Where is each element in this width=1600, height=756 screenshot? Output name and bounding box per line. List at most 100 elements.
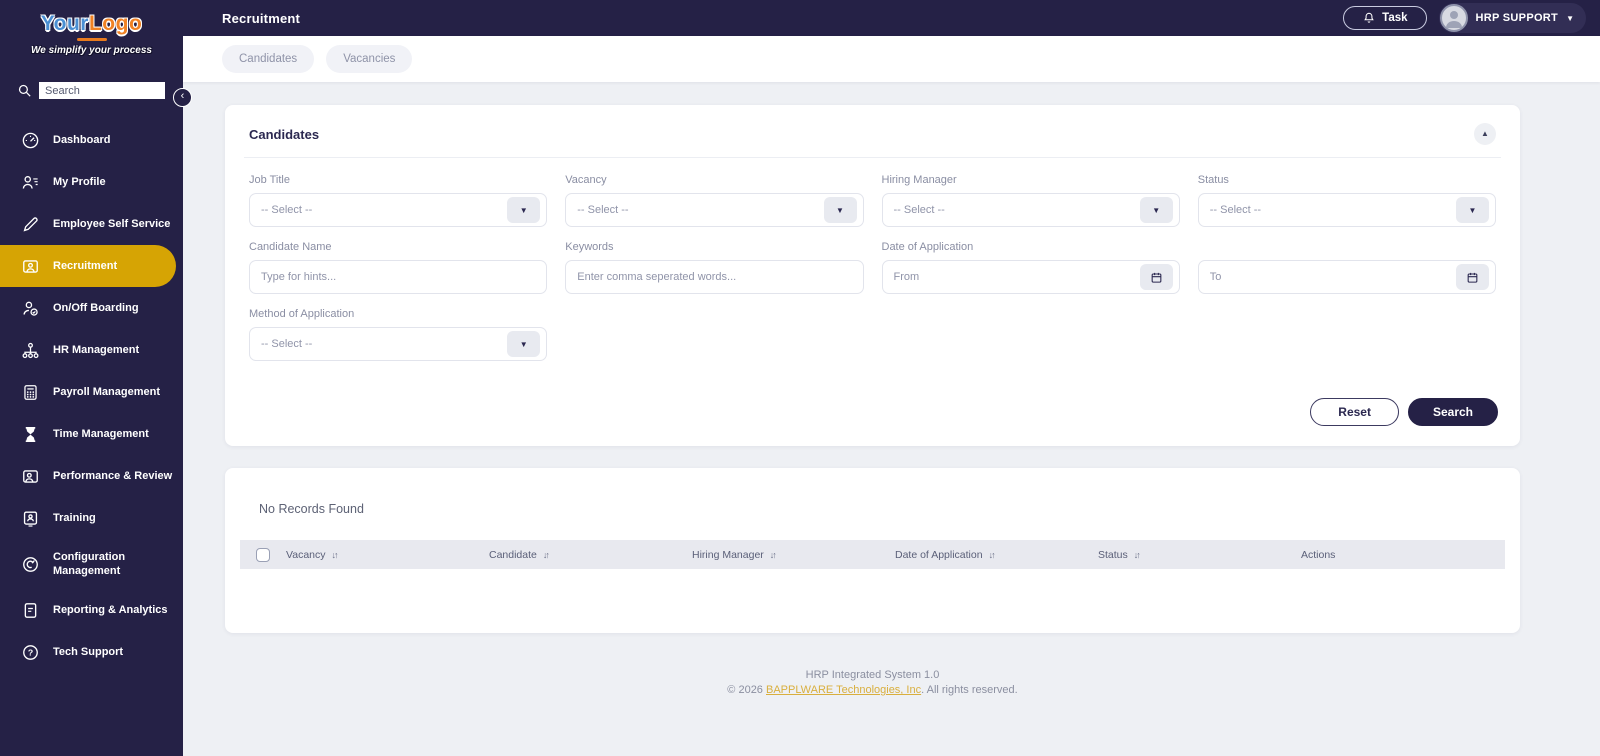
gear-tool-icon	[20, 554, 40, 574]
task-button-label: Task	[1382, 12, 1408, 24]
table-header-row: Vacancy ↓↑ Candidate ↓↑ Hiring Manager ↓…	[240, 540, 1505, 569]
pen-icon	[20, 214, 40, 234]
sidebar-item-label: On/Off Boarding	[53, 301, 139, 314]
sort-icon[interactable]: ↓↑	[989, 550, 996, 560]
reset-button[interactable]: Reset	[1310, 398, 1399, 426]
sidebar-item-time-management[interactable]: Time Management	[0, 413, 183, 455]
sidebar-item-configuration-management[interactable]: Configuration Management	[0, 539, 183, 590]
column-header-hiring-manager[interactable]: Hiring Manager ↓↑	[692, 549, 895, 561]
org-chart-icon	[20, 340, 40, 360]
tab-candidates[interactable]: Candidates	[222, 45, 315, 73]
search-button[interactable]: Search	[1407, 398, 1498, 426]
sidebar-item-label: Recruitment	[53, 259, 118, 272]
date-from-input[interactable]	[893, 271, 1140, 283]
job-title-field: Job Title -- Select -- ▼	[249, 174, 548, 227]
tab-vacancies[interactable]: Vacancies	[326, 45, 413, 73]
sort-icon[interactable]: ↓↑	[1134, 550, 1141, 560]
sidebar-item-label: HR Management	[53, 343, 140, 356]
task-button[interactable]: Task	[1343, 6, 1427, 30]
chevron-down-icon[interactable]: ▼	[507, 197, 541, 223]
sidebar-collapse-button[interactable]: ‹	[173, 88, 192, 107]
document-icon	[20, 601, 40, 621]
sidebar-item-on-off-boarding[interactable]: On/Off Boarding	[0, 287, 183, 329]
keywords-field: Keywords	[565, 241, 864, 294]
chevron-down-icon[interactable]: ▼	[1139, 197, 1173, 223]
sidebar-item-label: Performance & Review	[53, 469, 173, 482]
hiring-manager-field: Hiring Manager -- Select -- ▼	[881, 174, 1180, 227]
vacancy-label: Vacancy	[565, 174, 607, 186]
user-menu[interactable]: HRP SUPPORT ▼	[1438, 3, 1586, 33]
calculator-icon	[20, 382, 40, 402]
folder-person-icon	[20, 256, 40, 276]
logo-tagline: We simplify your process	[31, 45, 152, 56]
calendar-icon[interactable]	[1139, 264, 1173, 290]
logo-part2: Logo	[88, 12, 143, 35]
card-collapse-button[interactable]: ▲	[1474, 123, 1496, 145]
date-to-input[interactable]	[1209, 271, 1456, 283]
hiring-manager-label: Hiring Manager	[881, 174, 957, 186]
hiring-manager-select[interactable]: -- Select -- ▼	[881, 193, 1180, 227]
logo: YourLogo We simplify your process	[0, 0, 183, 56]
sidebar-item-payroll-management[interactable]: Payroll Management	[0, 371, 183, 413]
user-name: HRP SUPPORT	[1475, 12, 1559, 24]
column-header-candidate[interactable]: Candidate ↓↑	[489, 549, 692, 561]
column-header-actions: Actions	[1301, 548, 1336, 561]
method-of-application-select[interactable]: -- Select -- ▼	[249, 327, 548, 361]
candidate-name-label: Candidate Name	[249, 241, 332, 253]
keywords-input[interactable]	[577, 271, 857, 283]
bell-icon	[1362, 11, 1376, 25]
sidebar-item-label: Reporting & Analytics	[53, 604, 168, 617]
topbar: Recruitment Task HRP SUPPORT ▼	[183, 0, 1600, 36]
sidebar-item-tech-support[interactable]: ? Tech Support	[0, 632, 183, 674]
column-header-vacancy[interactable]: Vacancy ↓↑	[286, 549, 489, 561]
sidebar-item-label: Employee Self Service	[53, 217, 171, 230]
sidebar-item-training[interactable]: Training	[0, 497, 183, 539]
vacancy-field: Vacancy -- Select -- ▼	[565, 174, 864, 227]
chevron-down-icon[interactable]: ▼	[823, 197, 857, 223]
question-badge-icon: ?	[20, 643, 40, 663]
keywords-label: Keywords	[565, 241, 614, 253]
sidebar-item-employee-self-service[interactable]: Employee Self Service	[0, 203, 183, 245]
chevron-down-icon[interactable]: ▼	[1456, 197, 1489, 223]
sidebar-search-input[interactable]	[39, 82, 165, 99]
sidebar-item-label: Tech Support	[53, 646, 124, 659]
sort-icon[interactable]: ↓↑	[332, 550, 339, 560]
candidate-name-field: Candidate Name	[249, 241, 548, 294]
tabbar: Candidates Vacancies	[183, 36, 1600, 82]
sidebar-item-recruitment[interactable]: Recruitment	[0, 245, 176, 287]
copyright-suffix: . All rights reserved.	[921, 684, 1018, 696]
select-all-checkbox[interactable]	[256, 547, 270, 562]
date-of-application-field: Date of Application	[881, 241, 1496, 294]
status-select[interactable]: -- Select -- ▼	[1197, 193, 1496, 227]
person-check-icon	[20, 298, 40, 318]
vacancy-select[interactable]: -- Select -- ▼	[565, 193, 864, 227]
sidebar-item-performance-review[interactable]: Performance & Review	[0, 455, 183, 497]
chevron-down-icon[interactable]: ▼	[507, 331, 541, 357]
sidebar-item-dashboard[interactable]: Dashboard	[0, 119, 183, 161]
page-title: Recruitment	[222, 10, 301, 26]
sort-icon[interactable]: ↓↑	[770, 550, 777, 560]
svg-text:?: ?	[27, 648, 32, 658]
dashboard-gauge-icon	[20, 130, 40, 150]
company-link[interactable]: BAPPLWARE Technologies, Inc	[766, 684, 921, 696]
folder-person-icon	[20, 466, 40, 486]
sidebar-item-label: Configuration Management	[53, 551, 126, 578]
status-field: Status -- Select -- ▼	[1197, 174, 1496, 227]
column-header-date-of-application[interactable]: Date of Application ↓↑	[895, 549, 1098, 561]
sidebar-item-reporting-analytics[interactable]: Reporting & Analytics	[0, 590, 183, 632]
job-title-select[interactable]: -- Select -- ▼	[249, 193, 548, 227]
sidebar-item-hr-management[interactable]: HR Management	[0, 329, 183, 371]
sort-icon[interactable]: ↓↑	[543, 550, 550, 560]
sidebar-item-label: Dashboard	[53, 133, 111, 146]
sidebar-item-label: Payroll Management	[53, 385, 160, 398]
logo-part1: Your	[40, 12, 89, 35]
presentation-icon	[20, 508, 40, 528]
column-header-status[interactable]: Status ↓↑	[1098, 549, 1301, 561]
sidebar-item-my-profile[interactable]: My Profile	[0, 161, 183, 203]
method-of-application-label: Method of Application	[249, 308, 355, 320]
search-icon	[16, 82, 33, 99]
sidebar-menu: Dashboard My Profile Employee Self Servi…	[0, 119, 183, 674]
calendar-icon[interactable]	[1456, 264, 1489, 290]
candidate-name-input[interactable]	[261, 271, 541, 283]
logo-divider	[76, 38, 107, 41]
